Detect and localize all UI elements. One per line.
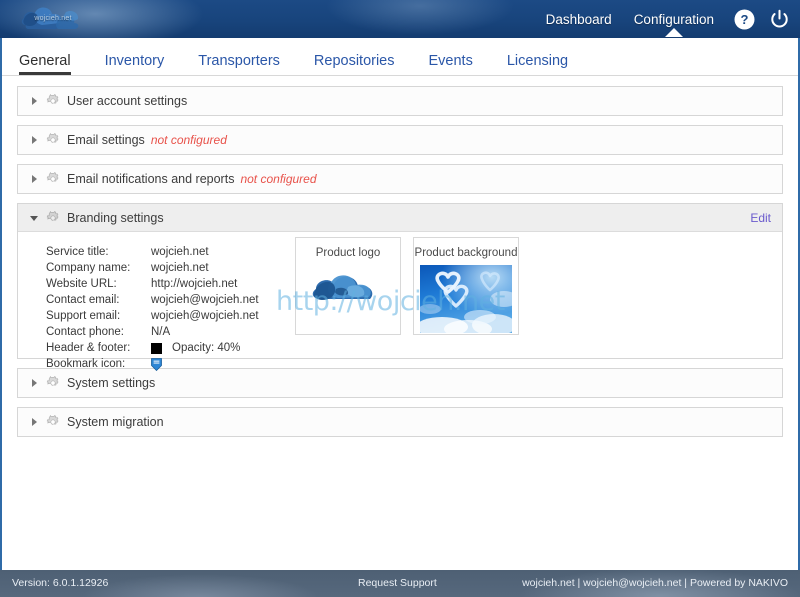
panel-system-migration: System migration bbox=[17, 407, 783, 437]
settings-accordion: User account settings Email settings not… bbox=[2, 76, 798, 437]
branding-row-header-footer: Header & footer: Opacity: 40% bbox=[46, 340, 259, 356]
panel-system-settings: System settings bbox=[17, 368, 783, 398]
chevron-right-icon bbox=[30, 135, 39, 145]
branding-row-website-url: Website URL: http://wojcieh.net bbox=[46, 276, 259, 292]
cloud-logo-art bbox=[306, 265, 390, 311]
logo-label: wojcieh.net bbox=[34, 15, 72, 22]
header-nav: Dashboard Configuration bbox=[546, 0, 714, 38]
version-label: Version: 6.0.1.12926 bbox=[12, 577, 109, 589]
gear-icon bbox=[46, 210, 60, 225]
panel-title: System migration bbox=[67, 415, 164, 429]
panel-branding-settings: Branding settings Edit Service title: wo… bbox=[17, 203, 783, 371]
chevron-right-icon bbox=[30, 96, 39, 106]
chevron-right-icon bbox=[30, 378, 39, 388]
panel-header-email-settings[interactable]: Email settings not configured bbox=[18, 126, 782, 154]
panel-header-user-account-settings[interactable]: User account settings bbox=[18, 87, 782, 115]
field-value: wojcieh.net bbox=[151, 262, 209, 274]
edit-branding-link[interactable]: Edit bbox=[750, 211, 771, 225]
nav-item-dashboard[interactable]: Dashboard bbox=[546, 12, 612, 27]
panel-status-note: not configured bbox=[150, 133, 227, 147]
gear-icon bbox=[46, 132, 60, 147]
gear-icon bbox=[46, 171, 60, 186]
branding-field-list: Service title: wojcieh.net Company name:… bbox=[46, 244, 259, 372]
tab-licensing[interactable]: Licensing bbox=[507, 53, 568, 75]
footer-credits: wojcieh.net | wojcieh@wojcieh.net | Powe… bbox=[522, 577, 788, 589]
panel-header-system-settings[interactable]: System settings bbox=[18, 369, 782, 397]
app-footer: Version: 6.0.1.12926 Request Support woj… bbox=[0, 570, 800, 597]
panel-title: User account settings bbox=[67, 94, 188, 108]
thumbnail-caption: Product background bbox=[414, 247, 518, 259]
branding-row-support-email: Support email: wojcieh@wojcieh.net bbox=[46, 308, 259, 324]
gear-icon bbox=[46, 375, 60, 390]
power-icon[interactable] bbox=[769, 9, 790, 30]
panel-header-email-notifications-and-reports[interactable]: Email notifications and reports not conf… bbox=[18, 165, 782, 193]
field-value: N/A bbox=[151, 326, 171, 338]
nav-item-configuration[interactable]: Configuration bbox=[633, 11, 714, 37]
field-label: Contact phone: bbox=[46, 326, 125, 338]
field-label: Company name: bbox=[46, 262, 131, 274]
gear-icon bbox=[46, 414, 60, 429]
color-swatch bbox=[151, 342, 162, 354]
branding-row-company-name: Company name: wojcieh.net bbox=[46, 260, 259, 276]
nav-item-configuration-label: Configuration bbox=[633, 11, 714, 27]
chevron-right-icon bbox=[30, 174, 39, 184]
request-support-link[interactable]: Request Support bbox=[358, 577, 437, 589]
panel-title: Branding settings bbox=[67, 210, 164, 225]
sky-hearts-art bbox=[416, 265, 518, 338]
app-logo[interactable]: wojcieh.net bbox=[16, 1, 90, 38]
gear-icon bbox=[46, 93, 60, 108]
branding-row-contact-phone: Contact phone: N/A bbox=[46, 324, 259, 340]
thumbnail-caption: Product logo bbox=[315, 247, 381, 259]
panel-title: Email settings bbox=[67, 133, 145, 147]
field-value: http://wojcieh.net bbox=[151, 278, 238, 290]
tab-bar: General Inventory Transporters Repositor… bbox=[2, 38, 798, 76]
nav-active-caret bbox=[664, 27, 683, 37]
thumbnail-product-background: Product background bbox=[413, 237, 519, 338]
panel-header-branding-settings[interactable]: Branding settings Edit bbox=[18, 204, 782, 232]
branding-row-service-title: Service title: wojcieh.net bbox=[46, 244, 259, 260]
panel-title: Email notifications and reports bbox=[67, 172, 235, 186]
svg-text:?: ? bbox=[741, 12, 749, 27]
field-label: Header & footer: bbox=[46, 342, 131, 354]
branding-settings-body: Service title: wojcieh.net Company name:… bbox=[18, 232, 782, 371]
app-body: General Inventory Transporters Repositor… bbox=[0, 38, 800, 570]
field-value: wojcieh.net bbox=[151, 246, 209, 258]
panel-email-settings: Email settings not configured bbox=[17, 125, 783, 155]
header-icons: ? bbox=[734, 0, 790, 38]
panel-email-notifications-and-reports: Email notifications and reports not conf… bbox=[17, 164, 783, 194]
tab-transporters[interactable]: Transporters bbox=[198, 53, 280, 75]
field-label: Service title: bbox=[46, 246, 109, 258]
tab-inventory[interactable]: Inventory bbox=[105, 53, 165, 75]
chevron-right-icon bbox=[30, 417, 39, 427]
help-circle-icon[interactable]: ? bbox=[734, 9, 755, 30]
field-value: wojcieh@wojcieh.net bbox=[151, 310, 259, 322]
tab-general[interactable]: General bbox=[19, 53, 71, 75]
tab-repositories[interactable]: Repositories bbox=[314, 53, 395, 75]
panel-header-system-migration[interactable]: System migration bbox=[18, 408, 782, 436]
panel-user-account-settings: User account settings bbox=[17, 86, 783, 116]
opacity-value: Opacity: 40% bbox=[172, 342, 241, 354]
panel-title: System settings bbox=[67, 376, 156, 390]
thumbnail-product-logo: Product logo bbox=[295, 237, 401, 335]
app-header: wojcieh.net Dashboard Configuration ? bbox=[0, 0, 800, 38]
branding-row-contact-email: Contact email: wojcieh@wojcieh.net bbox=[46, 292, 259, 308]
chevron-down-icon bbox=[30, 213, 39, 222]
panel-status-note: not configured bbox=[240, 172, 317, 186]
field-value: wojcieh@wojcieh.net bbox=[151, 294, 259, 306]
field-label: Support email: bbox=[46, 310, 121, 322]
field-label: Website URL: bbox=[46, 278, 117, 290]
field-label: Contact email: bbox=[46, 294, 120, 306]
tab-events[interactable]: Events bbox=[429, 53, 473, 75]
